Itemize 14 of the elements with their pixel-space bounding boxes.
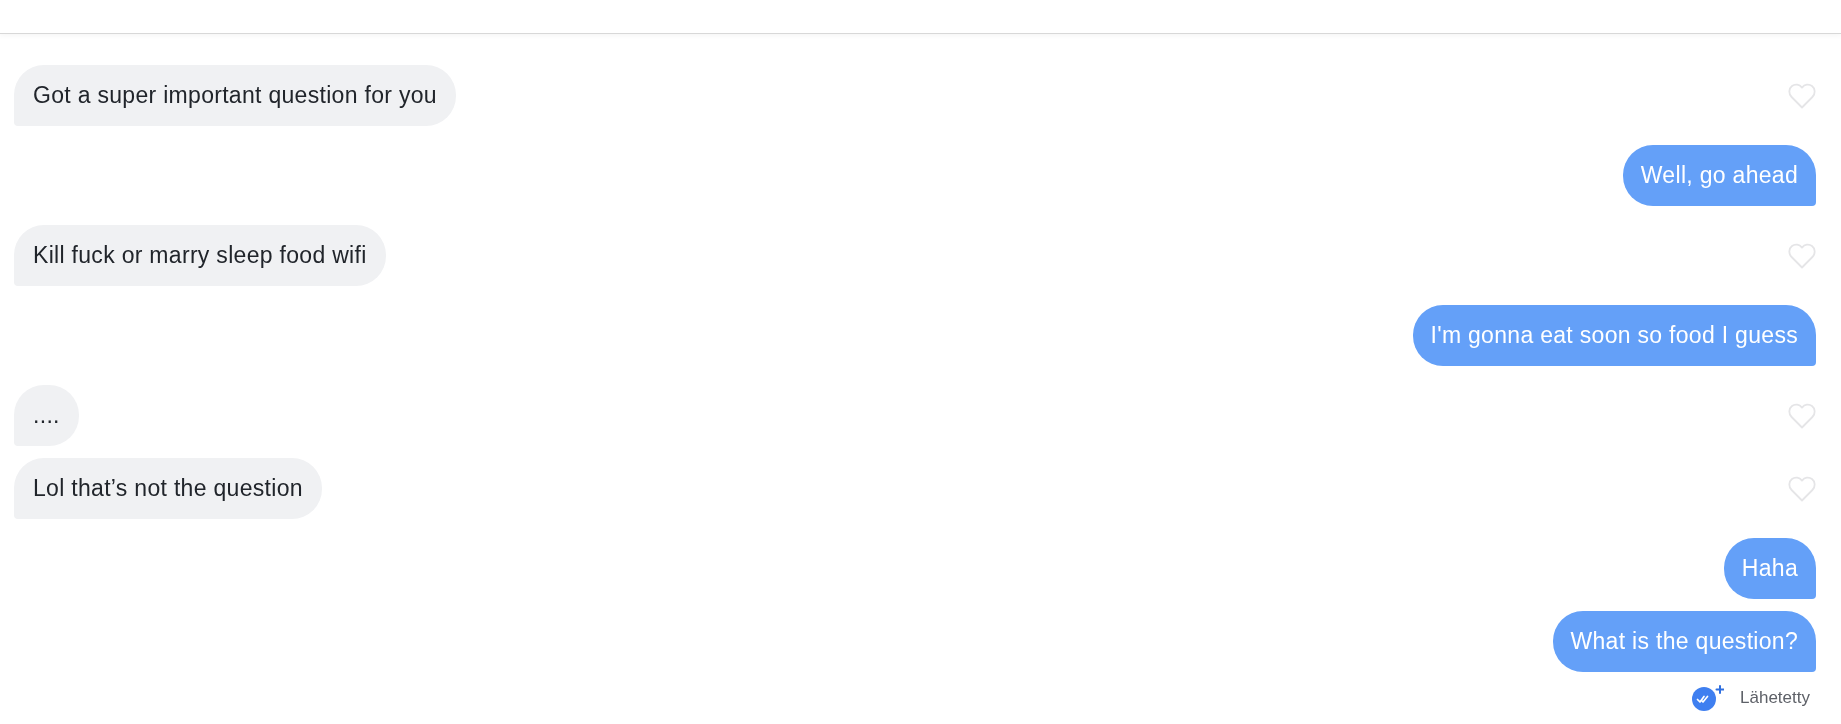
sent-message: Well, go ahead	[1622, 145, 1816, 206]
heart-icon[interactable]	[1788, 242, 1816, 269]
heart-icon[interactable]	[1788, 402, 1816, 429]
double-check-icon	[1692, 685, 1725, 711]
sent-message: I'm gonna eat soon so food I guess	[1412, 305, 1816, 366]
heart-icon[interactable]	[1788, 82, 1816, 109]
heart-icon[interactable]	[1788, 475, 1816, 502]
received-message: Got a super important question for you	[14, 65, 456, 126]
sent-message: What is the question?	[1552, 611, 1816, 672]
received-message: ....	[14, 385, 79, 446]
received-message: Lol that’s not the question	[14, 458, 322, 519]
sent-status: Lähetetty	[1740, 688, 1810, 708]
sent-message: Haha	[1723, 538, 1816, 599]
received-message: Kill fuck or marry sleep food wifi	[14, 225, 386, 286]
